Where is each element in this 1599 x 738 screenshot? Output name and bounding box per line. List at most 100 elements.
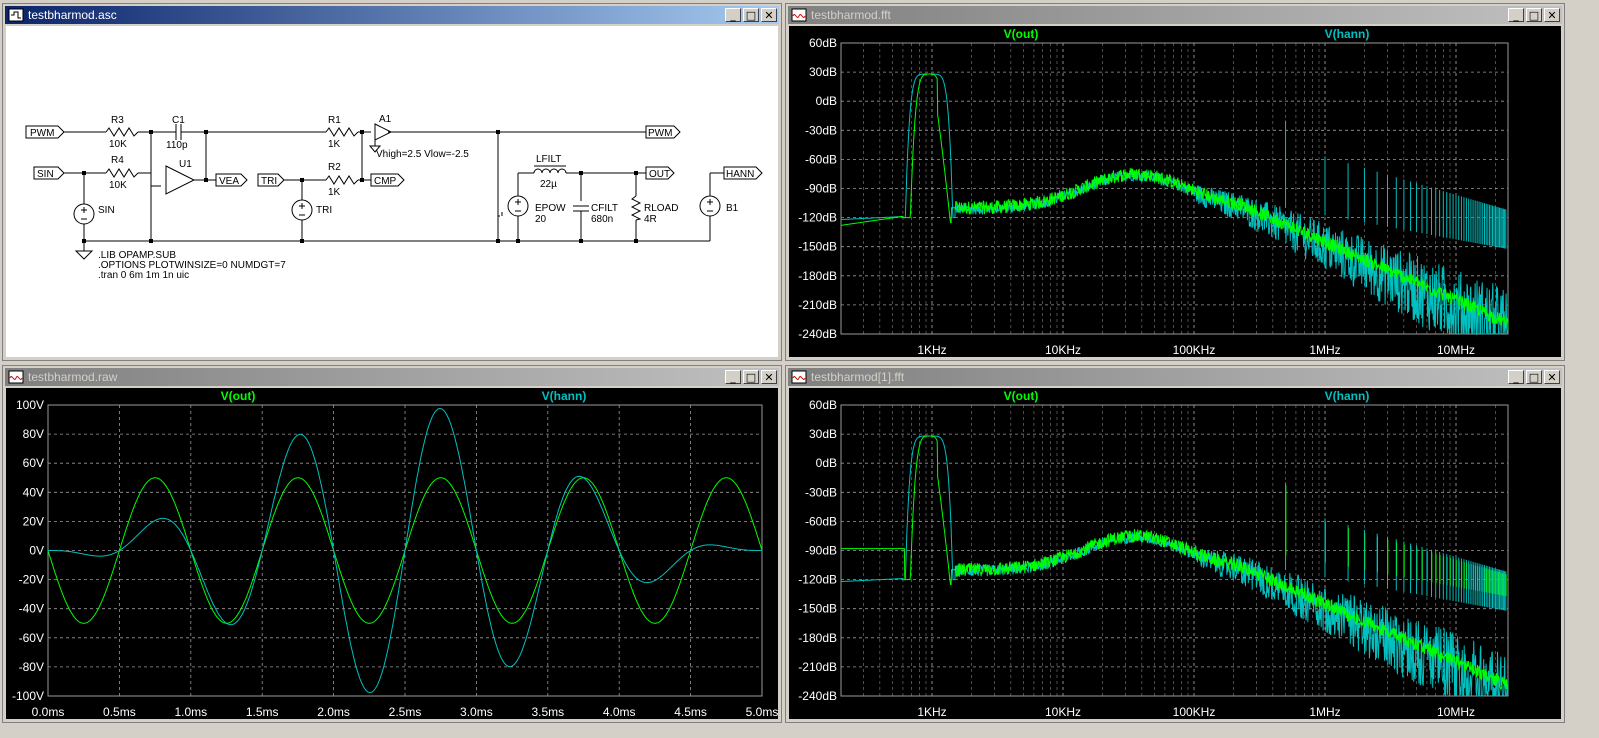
y-tick-label: -40V <box>19 602 44 616</box>
fft2-plot[interactable]: V(out) V(hann) 60dB 30dB 0dB -30dB -60dB -90dB -… <box>789 388 1561 719</box>
label-vea: VEA <box>219 176 239 187</box>
capacitor-cfilt[interactable] <box>573 205 589 212</box>
label-r1-value: 1K <box>328 139 341 150</box>
minimize-button[interactable]: _ <box>1508 370 1524 384</box>
y-tick-label: -60dB <box>805 152 837 166</box>
label-tri: TRI <box>261 176 277 187</box>
y-tick-label: 60dB <box>809 398 837 412</box>
fft2-title: testbharmod[1].fft <box>811 370 905 384</box>
x-tick-label: 3.5ms <box>531 705 564 719</box>
y-tick-label: 0dB <box>816 94 837 108</box>
fft-plot-area[interactable]: V(out) V(hann) 60dB 30dB 0dB -30dB -60dB -90dB -… <box>789 26 1561 357</box>
label-lfilt: LFILT <box>536 154 561 165</box>
label-rload-value: 4R <box>644 214 657 225</box>
label-c1-value: 110p <box>166 140 188 151</box>
label-a1: A1 <box>379 114 392 125</box>
x-tick-label: 2.5ms <box>389 705 422 719</box>
close-button[interactable]: ✕ <box>761 370 777 384</box>
y-tick-label: 20V <box>23 514 44 528</box>
schematic-canvas[interactable]: PWM SIN R3 10K R4 10K C1 110p U1 VEA SIN… <box>6 26 778 357</box>
fft2-plot-area[interactable]: V(out) V(hann) 60dB 30dB 0dB -30dB -60dB -90dB -… <box>789 388 1561 719</box>
raw-plot[interactable]: V(out) V(hann) 100V 80V 60V 40V 20V 0V -20V -40V -… <box>6 388 778 719</box>
y-tick-label: -210dB <box>798 660 837 674</box>
resistor-r1[interactable] <box>325 127 359 137</box>
resistor-r3[interactable] <box>105 127 139 137</box>
label-sin: SIN <box>37 169 54 180</box>
label-r4-value: 10K <box>109 180 127 191</box>
x-tick-label: 10MHz <box>1437 705 1475 719</box>
opamp-u1[interactable] <box>165 165 196 195</box>
trace-v-hann <box>841 73 1508 336</box>
raw-plot-area[interactable]: V(out) V(hann) 100V 80V 60V 40V 20V 0V -20V -40V -… <box>6 388 778 719</box>
maximize-button[interactable]: □ <box>1526 370 1542 384</box>
fft-window: testbharmod.fft _ □ ✕ V(out) V(hann) 60dB 3… <box>785 3 1565 361</box>
y-tick-label: 30dB <box>809 427 837 441</box>
y-tick-label: -120dB <box>798 211 837 225</box>
y-tick-label: -60V <box>19 631 44 645</box>
x-tick-label: 1KHz <box>917 705 946 719</box>
x-tick-label: 3.0ms <box>460 705 493 719</box>
y-tick-label: -30dB <box>805 123 837 137</box>
y-tick-label: -90dB <box>805 182 837 196</box>
y-tick-label: -240dB <box>798 327 837 341</box>
minimize-button[interactable]: _ <box>725 8 741 22</box>
schematic-titlebar[interactable]: testbharmod.asc _ □ ✕ <box>5 6 779 24</box>
fft-titlebar[interactable]: testbharmod.fft _ □ ✕ <box>788 6 1562 24</box>
close-button[interactable]: ✕ <box>761 8 777 22</box>
trace-label-v-hann: V(hann) <box>542 389 587 403</box>
minimize-button[interactable]: _ <box>725 370 741 384</box>
directive-tran[interactable]: .tran 0 6m 1m 1n uic <box>98 270 189 281</box>
schematic-window: testbharmod.asc _ □ ✕ PWM SIN R3 10K R4 … <box>2 3 782 361</box>
x-tick-label: 0.5ms <box>103 705 136 719</box>
resistor-r4[interactable] <box>105 168 139 178</box>
trace-label-v-hann: V(hann) <box>1325 389 1370 403</box>
minimize-button[interactable]: _ <box>1508 8 1524 22</box>
inductor-lfilt[interactable] <box>533 165 567 174</box>
label-r4: R4 <box>111 155 124 166</box>
x-tick-label: 10KHz <box>1045 343 1081 357</box>
maximize-button[interactable]: □ <box>743 8 759 22</box>
y-tick-label: -120dB <box>798 573 837 587</box>
label-r1: R1 <box>328 115 341 126</box>
label-b1: B1 <box>726 203 739 214</box>
close-button[interactable]: ✕ <box>1544 370 1560 384</box>
schematic-drawing[interactable]: PWM SIN R3 10K R4 10K C1 110p U1 VEA SIN… <box>6 26 778 357</box>
x-tick-label: 4.5ms <box>674 705 707 719</box>
x-tick-label: 1KHz <box>917 343 946 357</box>
trace-label-v-hann: V(hann) <box>1325 27 1370 41</box>
x-tick-label: 5.0ms <box>746 705 778 719</box>
y-tick-label: 60V <box>23 456 44 470</box>
fft2-window: testbharmod[1].fft _ □ ✕ V(out) V(hann) 60… <box>785 365 1565 723</box>
raw-title: testbharmod.raw <box>28 370 118 384</box>
y-tick-label: -90dB <box>805 544 837 558</box>
label-r3-value: 10K <box>109 139 127 150</box>
x-tick-label: 10KHz <box>1045 705 1081 719</box>
label-c1: C1 <box>172 115 185 126</box>
maximize-button[interactable]: □ <box>743 370 759 384</box>
resistor-rload[interactable] <box>630 195 642 221</box>
trace-v-hann <box>841 435 1509 697</box>
y-tick-label: 0dB <box>816 456 837 470</box>
x-tick-label: 100KHz <box>1173 343 1216 357</box>
label-cmp: CMP <box>374 176 397 187</box>
label-epow-value: 20 <box>535 214 547 225</box>
y-tick-label: -150dB <box>798 240 837 254</box>
label-r2: R2 <box>328 162 341 173</box>
label-pwm-out: PWM <box>648 128 672 139</box>
maximize-button[interactable]: □ <box>1526 8 1542 22</box>
fft2-titlebar[interactable]: testbharmod[1].fft _ □ ✕ <box>788 368 1562 386</box>
y-tick-label: -240dB <box>798 689 837 703</box>
fft-plot[interactable]: V(out) V(hann) 60dB 30dB 0dB -30dB -60dB -90dB -… <box>789 26 1561 357</box>
fft-title: testbharmod.fft <box>811 8 891 22</box>
resistor-r2[interactable] <box>325 175 359 185</box>
raw-titlebar[interactable]: testbharmod.raw _ □ ✕ <box>5 368 779 386</box>
x-tick-label: 1MHz <box>1309 343 1340 357</box>
label-a1-params: Vhigh=2.5 Vlow=-2.5 <box>376 149 469 160</box>
x-tick-label: 1MHz <box>1309 705 1340 719</box>
ground-symbol <box>74 250 94 260</box>
capacitor-c1[interactable] <box>171 124 186 140</box>
label-pwm-in: PWM <box>30 128 54 139</box>
y-tick-label: 40V <box>23 485 44 499</box>
close-button[interactable]: ✕ <box>1544 8 1560 22</box>
label-r3: R3 <box>111 115 124 126</box>
